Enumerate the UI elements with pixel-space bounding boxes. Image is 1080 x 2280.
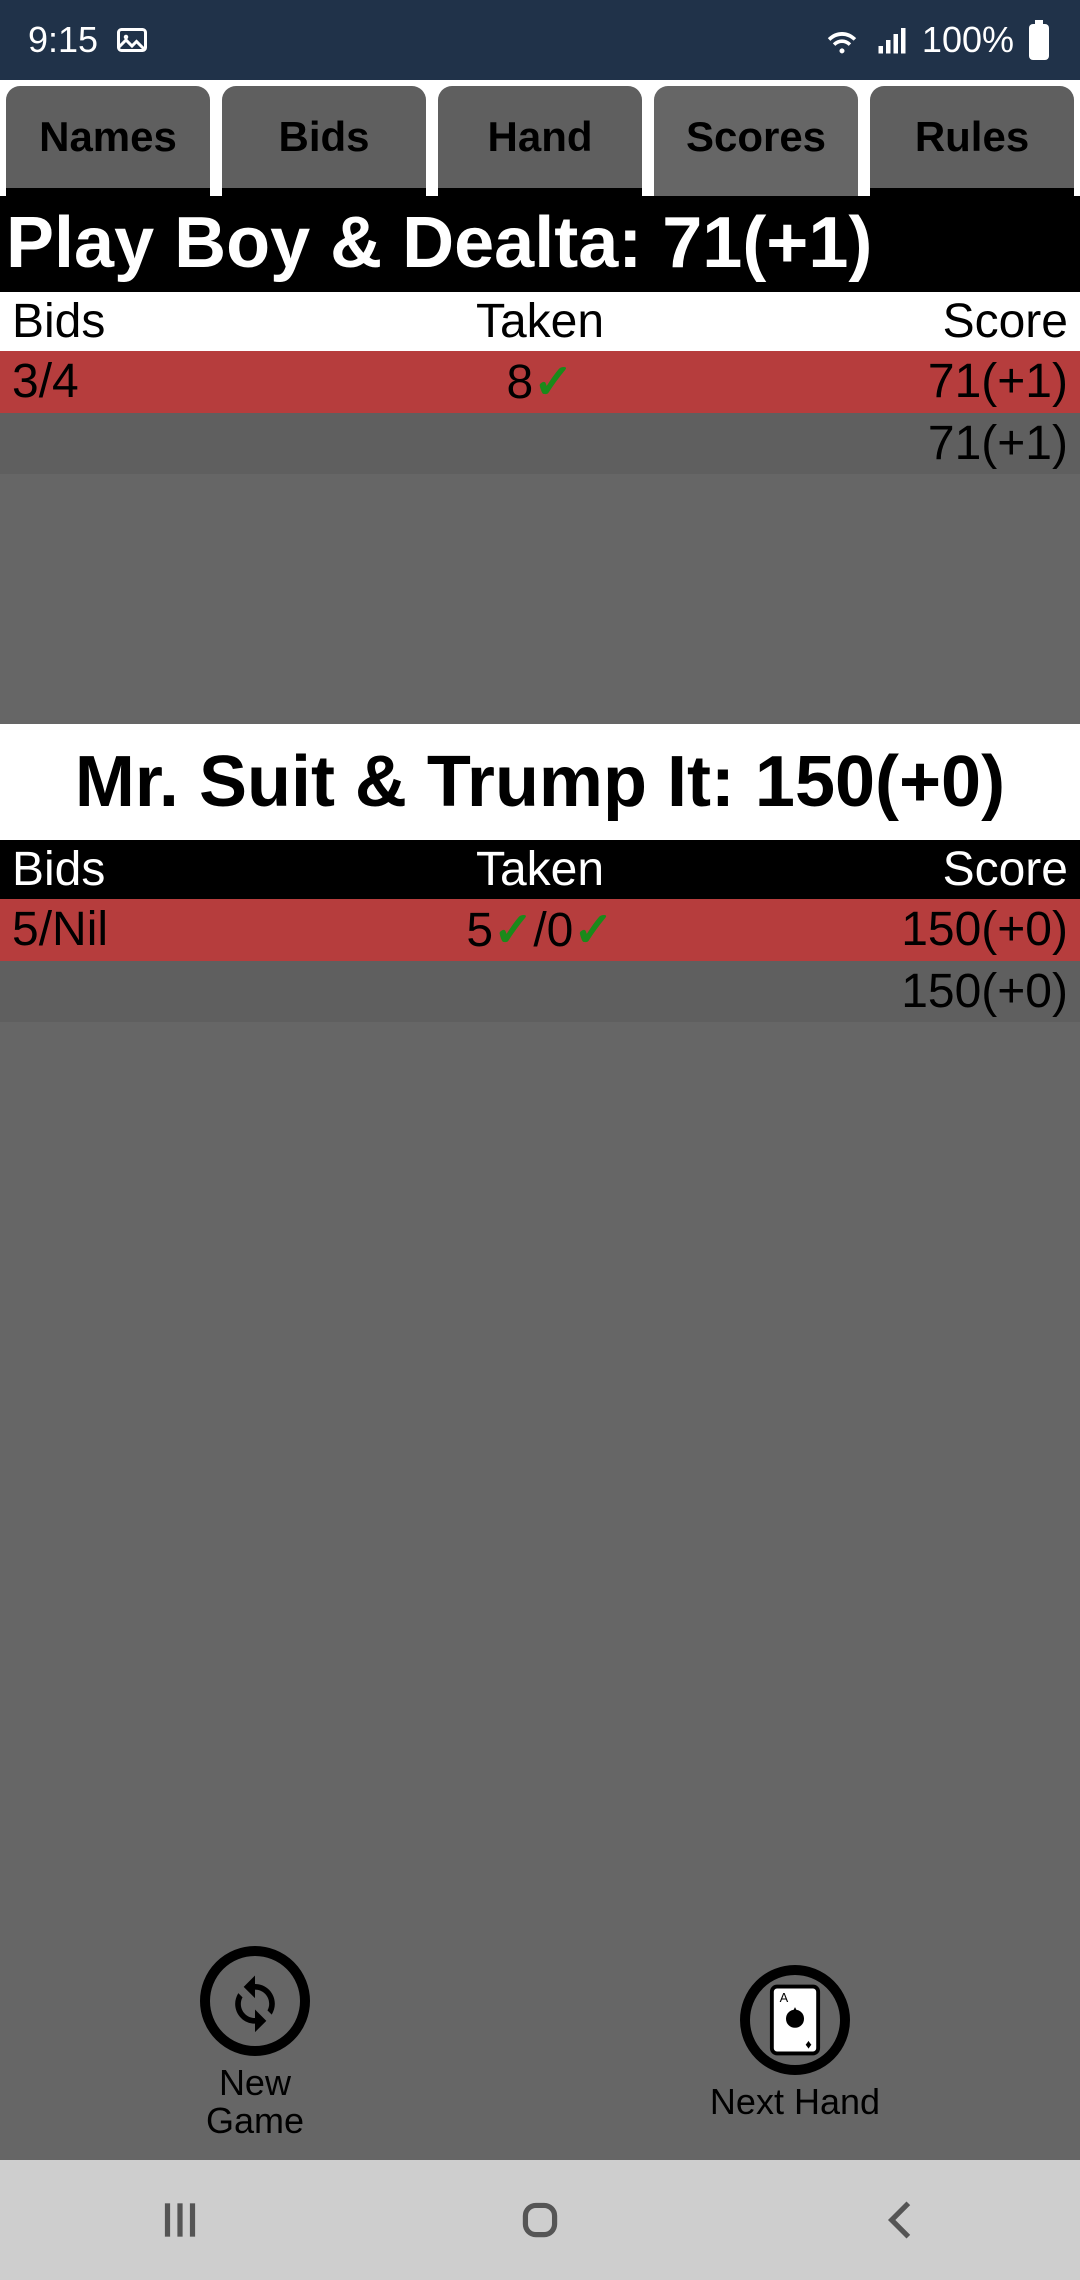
team1-row: 3/4 8✓ 71(+1) [0,351,1080,413]
team2-row-bids: 5/Nil [12,902,371,957]
home-icon[interactable] [515,2195,565,2245]
recent-apps-icon[interactable] [155,2195,205,2245]
team1-header: Play Boy & Dealta: 71(+1) [0,196,1080,292]
col-taken: Taken [371,294,709,349]
main-content: Play Boy & Dealta: 71(+1) Bids Taken Sco… [0,196,1080,2160]
signal-icon [874,22,910,58]
col-score: Score [709,294,1068,349]
status-bar: 9:15 100% [0,0,1080,80]
back-icon[interactable] [875,2195,925,2245]
tab-bar: Names Bids Hand Scores Rules [0,80,1080,196]
team1-total: 71(+1) [709,416,1068,471]
svg-text:A: A [780,1990,789,2005]
refresh-icon [200,1946,310,2056]
battery-icon [1026,20,1052,60]
team2-row: 5/Nil 5✓/0✓ 150(+0) [0,899,1080,961]
new-game-label: New Game [206,2064,304,2140]
tab-bids[interactable]: Bids [222,86,426,196]
bottom-buttons: New Game A♦ Next Hand [0,1926,1080,2160]
check-icon: ✓ [493,904,533,957]
team2-row-score: 150(+0) [709,902,1068,957]
battery-percent: 100% [922,19,1014,61]
team2-total-row: 150(+0) [0,961,1080,1022]
check-icon: ✓ [573,904,613,957]
wifi-icon [822,20,862,60]
tab-scores[interactable]: Scores [654,86,858,196]
team1-column-headers: Bids Taken Score [0,292,1080,351]
next-hand-label: Next Hand [710,2083,880,2121]
taken-value: 8 [507,356,534,409]
new-game-button[interactable]: New Game [200,1946,310,2140]
team2-header: Mr. Suit & Trump It: 150(+0) [0,724,1080,840]
team2-row-taken: 5✓/0✓ [371,902,709,958]
next-hand-button[interactable]: A♦ Next Hand [710,1965,880,2121]
col-taken: Taken [371,842,709,897]
svg-text:♦: ♦ [805,2037,812,2052]
tab-hand[interactable]: Hand [438,86,642,196]
tab-names[interactable]: Names [6,86,210,196]
status-time: 9:15 [28,19,98,61]
team1-total-row: 71(+1) [0,413,1080,474]
team1-row-score: 71(+1) [709,354,1068,409]
team1-row-taken: 8✓ [371,354,709,410]
check-icon: ✓ [533,356,573,409]
col-bids: Bids [12,842,371,897]
picture-icon [114,22,150,58]
team2-column-headers: Bids Taken Score [0,840,1080,899]
taken-value: 5 [466,904,493,957]
tab-rules[interactable]: Rules [870,86,1074,196]
col-score: Score [709,842,1068,897]
taken-mid: /0 [533,904,573,957]
nav-bar [0,2160,1080,2280]
team2-total: 150(+0) [709,964,1068,1019]
card-icon: A♦ [740,1965,850,2075]
team1-row-bids: 3/4 [12,354,371,409]
col-bids: Bids [12,294,371,349]
